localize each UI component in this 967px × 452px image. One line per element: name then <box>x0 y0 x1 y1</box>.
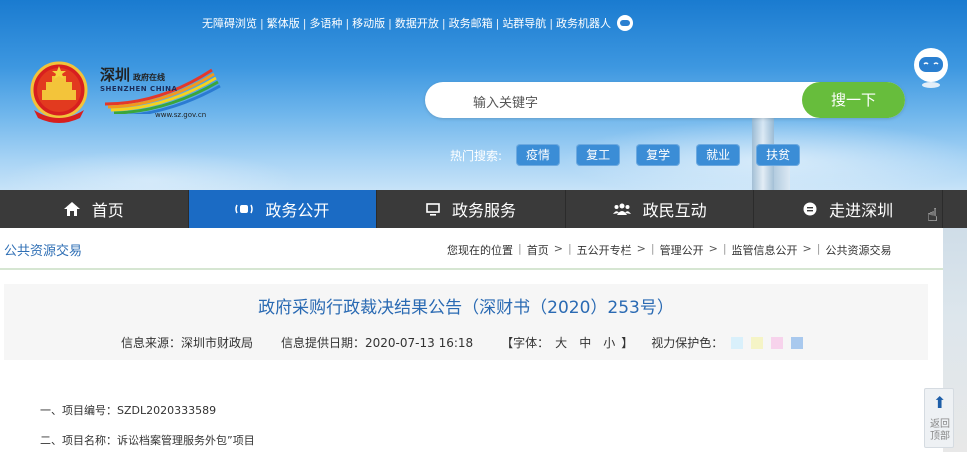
toplink-accessibility[interactable]: 无障碍浏览 <box>199 15 260 31</box>
breadcrumb-item[interactable]: 公共资源交易 <box>825 242 891 258</box>
info-source: 信息来源：深圳市财政局 <box>121 336 254 350</box>
nav-enter-shenzhen[interactable]: 走进深圳 <box>754 190 943 228</box>
article-meta: 信息来源：深圳市财政局 信息提供日期：2020-07-13 16:18 【字体：… <box>121 334 804 351</box>
toplink-open-data[interactable]: 数据开放 <box>392 15 442 31</box>
search-placeholder: 输入关键字 <box>473 96 539 111</box>
body-line: 二、项目名称：诉讼档案管理服务外包”项目 <box>40 434 255 447</box>
back-to-top-label: 返回顶部 <box>930 419 950 442</box>
article-title: 政府采购行政裁决结果公告（深财书（2020）253号） <box>258 298 674 318</box>
top-links: 无障碍浏览 | 繁体版 | 多语种 | 移动版 | 数据开放 | 政务邮箱 | … <box>199 14 634 32</box>
logo-en-text: SHENZHEN CHINA <box>100 85 178 93</box>
broadcast-icon <box>235 203 254 215</box>
info-circle-icon <box>803 202 817 216</box>
banner-cloud <box>0 150 300 190</box>
font-size-label: 【字体： <box>501 336 550 350</box>
nav-label: 首页 <box>91 201 124 220</box>
robot-icon[interactable] <box>617 15 634 31</box>
info-date: 信息提供日期：2020-07-13 16:18 <box>281 336 474 350</box>
back-to-top-button[interactable]: ⬆ 返回顶部 <box>924 388 954 448</box>
people-icon <box>612 203 631 215</box>
hot-search: 热门搜索: 疫情 复工 复学 就业 扶贫 <box>450 144 816 166</box>
toplink-gov-mail[interactable]: 政务邮箱 <box>446 15 496 31</box>
toplink-traditional[interactable]: 繁体版 <box>264 15 303 31</box>
breadcrumb-prefix: 您现在的位置 <box>447 244 513 257</box>
breadcrumb-bar: 公共资源交易 您现在的位置 | 首页 > | 五公开专栏 > | 管理公开 > … <box>0 228 943 270</box>
nav-label: 走进深圳 <box>829 201 894 220</box>
logo-cn-small: 政府在线 <box>133 72 166 82</box>
hot-tag[interactable]: 就业 <box>696 144 741 166</box>
font-size-close: 】 <box>621 336 634 350</box>
home-icon <box>63 202 80 216</box>
breadcrumb-item[interactable]: 监管信息公开 <box>732 242 798 258</box>
main-nav: 首页 政务公开 政务服务 政民互动 走进深圳 <box>0 190 943 228</box>
monitor-icon <box>426 202 440 216</box>
site-logo[interactable]: 深圳 政府在线 SHENZHEN CHINA www.sz.gov.cn <box>100 64 225 126</box>
national-emblem-icon <box>30 61 88 123</box>
hot-tag[interactable]: 疫情 <box>516 144 561 166</box>
nav-gov-services[interactable]: 政务服务 <box>377 190 566 228</box>
toplink-robot[interactable]: 政务机器人 <box>553 15 614 31</box>
toplink-mobile[interactable]: 移动版 <box>349 15 388 31</box>
eye-care-swatch[interactable] <box>791 336 804 349</box>
search-button[interactable]: 搜一下 <box>802 82 905 118</box>
cursor-hand-icon: ☝ <box>927 205 938 226</box>
logo-url-text: www.sz.gov.cn <box>155 111 207 119</box>
font-size-medium[interactable]: 中 <box>579 334 591 351</box>
eye-care-swatch[interactable] <box>731 336 744 349</box>
toplink-site-nav[interactable]: 站群导航 <box>499 15 549 31</box>
breadcrumb-item[interactable]: 管理公开 <box>660 242 704 258</box>
nav-interaction[interactable]: 政民互动 <box>566 190 755 228</box>
section-title[interactable]: 公共资源交易 <box>4 240 82 259</box>
arrow-up-icon: ⬆ <box>933 393 947 412</box>
nav-label: 政务服务 <box>451 201 516 220</box>
nav-label: 政民互动 <box>642 201 707 220</box>
eye-care-swatch[interactable] <box>771 336 784 349</box>
logo-cn-text: 深圳 <box>100 66 131 84</box>
robot-assistant-icon[interactable] <box>912 45 950 89</box>
eye-care-swatch[interactable] <box>751 336 764 349</box>
nav-home[interactable]: 首页 <box>0 190 189 228</box>
hot-tag[interactable]: 扶贫 <box>756 144 801 166</box>
body-line: 一、项目编号：SZDL2020333589 <box>40 404 217 417</box>
font-size-large[interactable]: 大 <box>555 334 567 351</box>
toplink-multilingual[interactable]: 多语种 <box>306 15 345 31</box>
breadcrumb: 您现在的位置 | 首页 > | 五公开专栏 > | 管理公开 > | 监管信息公… <box>447 242 892 258</box>
breadcrumb-home[interactable]: 首页 <box>527 242 549 258</box>
font-size-small[interactable]: 小 <box>603 334 615 351</box>
hot-search-label: 热门搜索: <box>450 148 503 163</box>
breadcrumb-item[interactable]: 五公开专栏 <box>577 242 632 258</box>
nav-gov-affairs[interactable]: 政务公开 <box>188 190 378 228</box>
eye-care-label: 视力保护色： <box>651 336 724 350</box>
nav-right-edge <box>943 190 967 228</box>
hot-tag[interactable]: 复工 <box>576 144 621 166</box>
hot-tag[interactable]: 复学 <box>636 144 681 166</box>
nav-label: 政务公开 <box>265 201 330 220</box>
article-header: 政府采购行政裁决结果公告（深财书（2020）253号） 信息来源：深圳市财政局 … <box>4 284 928 360</box>
